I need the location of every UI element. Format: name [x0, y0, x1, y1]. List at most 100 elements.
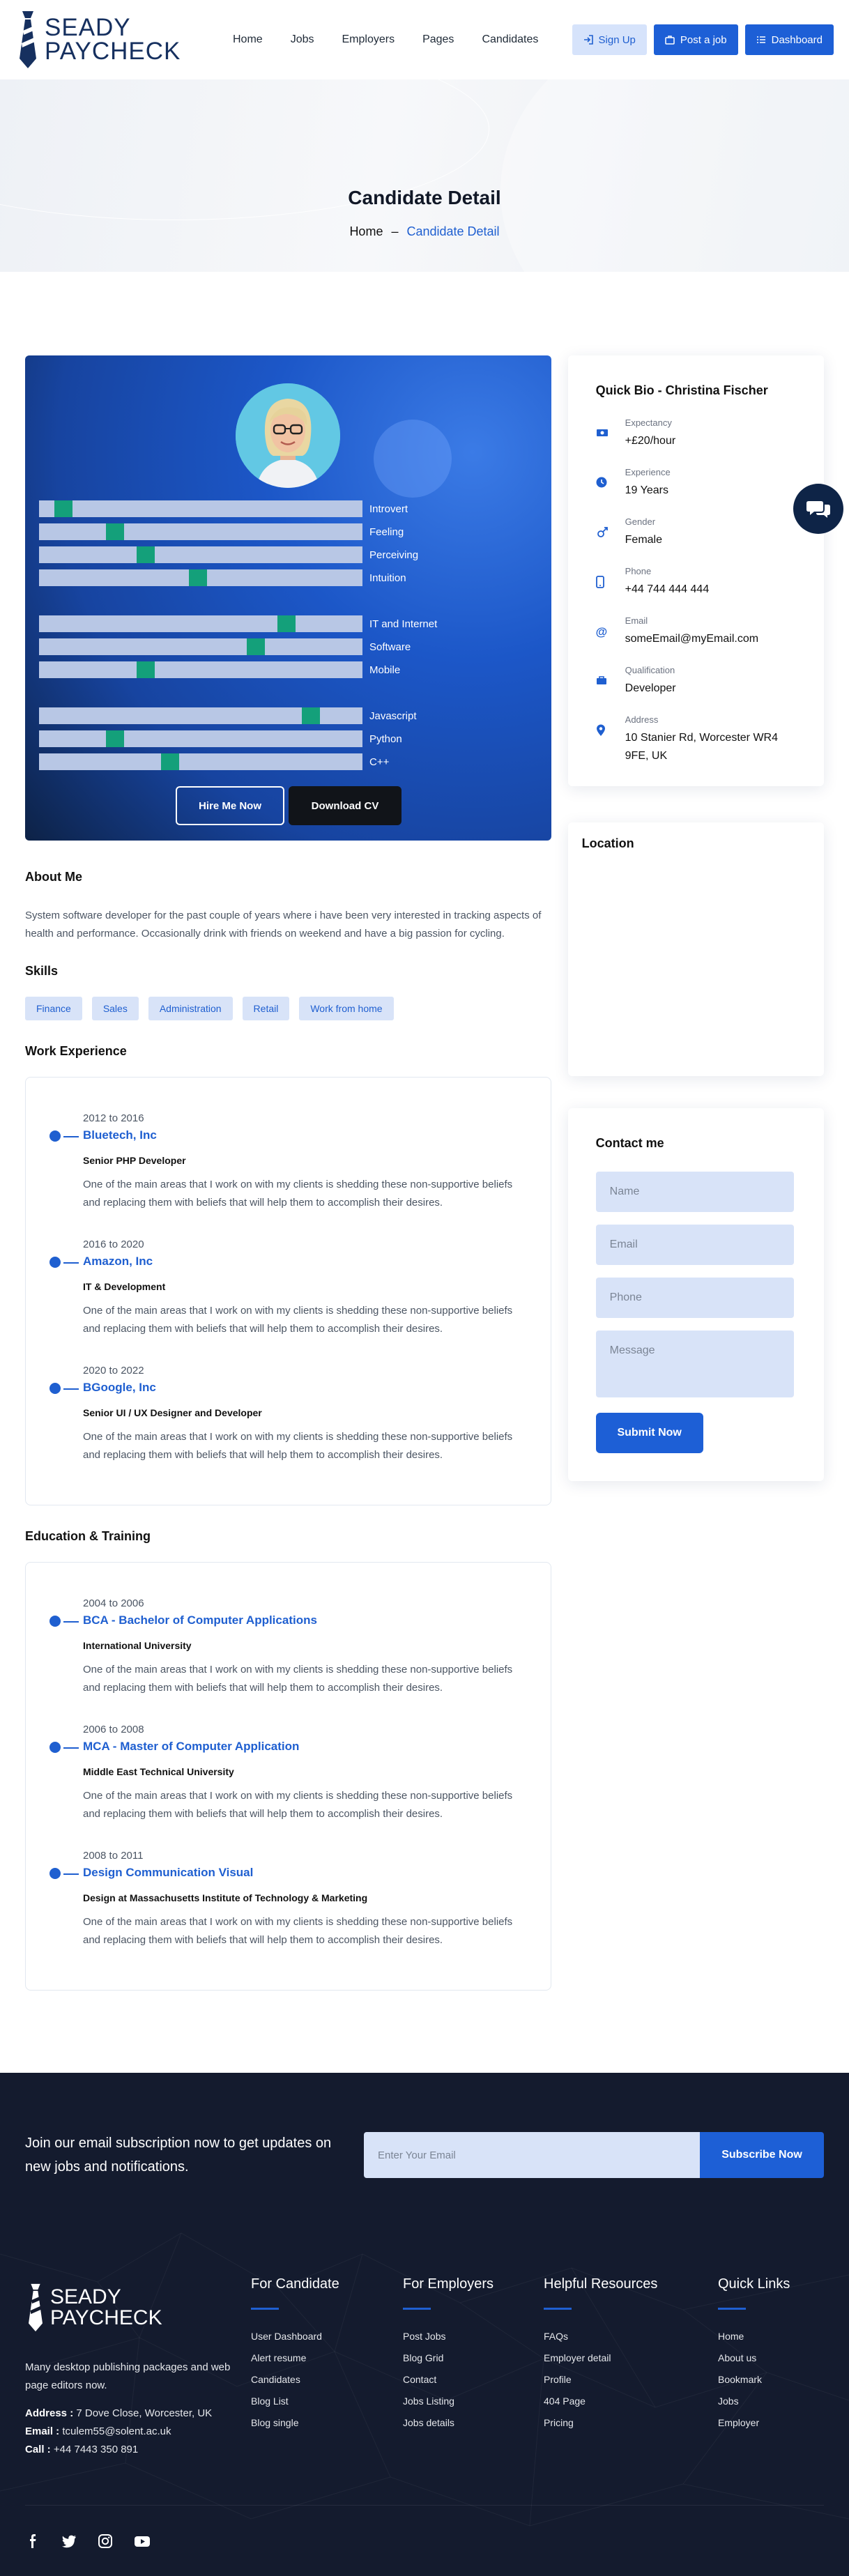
left-column: Introvert Feeling Perceiving Intuition IT an… [25, 355, 551, 1991]
footer-link[interactable]: Employer [718, 2417, 816, 2428]
footer-link[interactable]: Contact [403, 2374, 544, 2385]
footer-link[interactable]: Candidates [251, 2374, 403, 2385]
facebook-icon[interactable] [25, 2533, 40, 2549]
about-text: System software developer for the past c… [25, 910, 542, 940]
site-header: SEADY PAYCHECK Home Jobs Employers Pages… [0, 0, 849, 79]
post-job-button[interactable]: Post a job [653, 24, 738, 55]
right-column: Quick Bio - Christina Fischer Expectancy… [567, 355, 824, 1991]
nav-candidates[interactable]: Candidates [468, 33, 552, 46]
login-icon [583, 35, 593, 45]
contact-phone-input[interactable] [595, 1278, 794, 1318]
skill-bar-row: Perceiving [39, 546, 418, 563]
education-item: 2006 to 2008 MCA - Master of Computer Ap… [49, 1724, 527, 1823]
footer-link[interactable]: Alert resume [251, 2352, 403, 2363]
page-title: Candidate Detail [348, 187, 501, 208]
skill-tag[interactable]: Work from home [299, 997, 394, 1020]
chat-button[interactable] [793, 484, 843, 534]
footer-link[interactable]: Jobs [718, 2395, 816, 2407]
decor-circle [374, 420, 452, 498]
skill-bar-marker [137, 661, 155, 678]
nav-jobs[interactable]: Jobs [277, 33, 328, 46]
location-title: Location [581, 836, 634, 850]
footer-link[interactable]: Pricing [544, 2417, 718, 2428]
skill-bar-row: Javascript [39, 707, 417, 724]
contact-message-input[interactable] [595, 1331, 794, 1397]
title-underline [403, 2308, 431, 2310]
nav-pages[interactable]: Pages [408, 33, 468, 46]
contact-submit-button[interactable]: Submit Now [595, 1413, 703, 1453]
tie-logo-icon [20, 11, 36, 68]
education-degree[interactable]: BCA - Bachelor of Computer Applications [83, 1613, 527, 1627]
about-title: About Me [25, 870, 82, 884]
skill-bar-row: Introvert [39, 500, 408, 517]
timeline-connector [63, 1747, 79, 1749]
skill-bar-track [39, 546, 362, 563]
education-degree[interactable]: MCA - Master of Computer Application [83, 1740, 527, 1754]
skill-tag[interactable]: Sales [91, 997, 139, 1020]
bio-item-phone: Phone +44 744 444 444 [595, 566, 796, 599]
education-title: Education & Training [25, 1529, 151, 1543]
youtube-icon[interactable] [134, 2533, 150, 2549]
instagram-icon[interactable] [98, 2533, 113, 2549]
timeline-dot [49, 1868, 61, 1879]
site-logo[interactable]: SEADY PAYCHECK [15, 8, 204, 71]
footer-columns: SEADY PAYCHECK Many desktop publishing p… [0, 2179, 849, 2459]
footer-link[interactable]: Bookmark [718, 2374, 816, 2385]
footer-link[interactable]: Blog Grid [403, 2352, 544, 2363]
hire-me-button[interactable]: Hire Me Now [176, 786, 284, 825]
footer-link[interactable]: Jobs details [403, 2417, 544, 2428]
experience-description: One of the main areas that I work on wit… [83, 1305, 513, 1335]
skill-tag[interactable]: Retail [242, 997, 290, 1020]
download-cv-button[interactable]: Download CV [289, 786, 401, 825]
skill-tag[interactable]: Finance [25, 997, 82, 1020]
footer-col-candidate: For Candidate User Dashboard Alert resum… [251, 2276, 403, 2459]
footer-logo-line-2: PAYCHECK [50, 2306, 162, 2329]
breadcrumb-separator: – [391, 224, 399, 238]
footer-link[interactable]: Blog single [251, 2417, 403, 2428]
contact-card: Contact me Submit Now [567, 1108, 824, 1481]
newsletter-email-input[interactable] [364, 2132, 700, 2178]
breadcrumb-home[interactable]: Home [349, 224, 383, 238]
footer-link[interactable]: FAQs [544, 2331, 718, 2342]
footer-email[interactable]: tculem55@solent.ac.uk [62, 2425, 171, 2437]
footer-link[interactable]: Home [718, 2331, 816, 2342]
skill-tag[interactable]: Administration [148, 997, 233, 1020]
footer-call[interactable]: +44 7443 350 891 [54, 2444, 138, 2455]
nav-employers[interactable]: Employers [328, 33, 408, 46]
footer-col-title: Quick Links [718, 2276, 790, 2292]
skill-bar-label: Python [369, 733, 402, 745]
experience-company[interactable]: Bluetech, Inc [83, 1128, 527, 1142]
bio-value: someEmail@myEmail.com [625, 633, 759, 645]
footer-link[interactable]: User Dashboard [251, 2331, 403, 2342]
skill-bar-track [39, 615, 362, 632]
skill-bar-row: Software [39, 638, 411, 655]
experience-company[interactable]: BGoogle, Inc [83, 1381, 527, 1395]
dashboard-button[interactable]: Dashboard [744, 24, 834, 55]
footer-link[interactable]: About us [718, 2352, 816, 2363]
experience-company[interactable]: Amazon, Inc [83, 1255, 527, 1268]
education-degree[interactable]: Design Communication Visual [83, 1866, 527, 1880]
bio-label: Expectancy [625, 417, 672, 428]
footer-link[interactable]: Profile [544, 2374, 718, 2385]
footer-logo[interactable]: SEADY PAYCHECK [25, 2276, 251, 2339]
footer-link[interactable]: Blog List [251, 2395, 403, 2407]
twitter-icon[interactable] [61, 2533, 77, 2549]
bio-item-gender: Gender Female [596, 516, 796, 549]
nav-home[interactable]: Home [219, 33, 277, 46]
footer-link[interactable]: Post Jobs [403, 2331, 544, 2342]
signup-button[interactable]: Sign Up [572, 24, 647, 55]
footer-brand: SEADY PAYCHECK Many desktop publishing p… [25, 2276, 251, 2459]
skill-bar-marker [161, 753, 179, 770]
contact-name-input[interactable] [595, 1172, 794, 1212]
skill-bar-row: Python [39, 730, 402, 747]
subscribe-button[interactable]: Subscribe Now [700, 2132, 824, 2178]
skill-bar-marker [106, 523, 124, 540]
experience-item: 2016 to 2020 Amazon, Inc IT & Developmen… [49, 1239, 527, 1338]
footer-description: Many desktop publishing packages and web… [25, 2361, 231, 2391]
bio-label: Qualification [625, 665, 675, 675]
contact-email-input[interactable] [595, 1225, 794, 1265]
footer-link[interactable]: Employer detail [544, 2352, 718, 2363]
footer-link[interactable]: 404 Page [544, 2395, 718, 2407]
footer-link[interactable]: Jobs Listing [403, 2395, 544, 2407]
footer-col-quick-links: Quick Links Home About us Bookmark Jobs … [718, 2276, 816, 2459]
